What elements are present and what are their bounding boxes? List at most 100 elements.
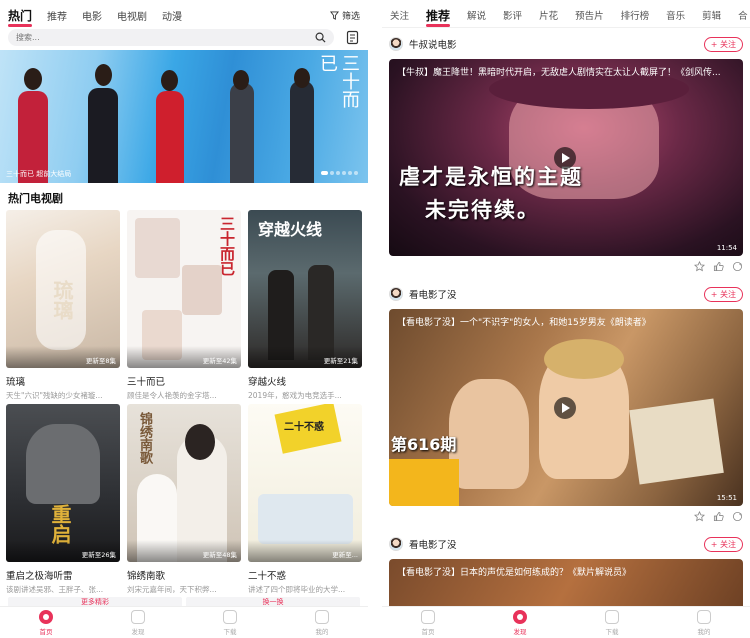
- follow-button[interactable]: + 关注: [703, 536, 743, 552]
- post-author[interactable]: 看电影了没 + 关注: [389, 285, 743, 303]
- discover-tabs: 关注 推荐 解说 影评 片花 预告片 排行榜 音乐 剪辑 合: [390, 6, 750, 27]
- search-icon[interactable]: [315, 32, 326, 43]
- show-desc: 该剧讲述吴邪、王胖子、张...: [6, 585, 104, 594]
- nav-download[interactable]: 下载: [184, 607, 276, 638]
- show-poster[interactable]: 琉璃 更新至8集: [6, 210, 120, 368]
- author-name[interactable]: 看电影了没: [409, 537, 457, 551]
- post-actions: [389, 506, 743, 526]
- search-box[interactable]: [8, 29, 334, 46]
- nav-download[interactable]: 下载: [566, 607, 658, 638]
- carousel-dot[interactable]: [321, 171, 328, 175]
- tab-movie[interactable]: 电影: [82, 8, 102, 23]
- follow-button[interactable]: + 关注: [703, 286, 743, 302]
- follow-button[interactable]: + 关注: [703, 36, 743, 52]
- post-actions: [389, 256, 743, 276]
- tab-recommend[interactable]: 推荐: [426, 7, 451, 27]
- banner-calligraphy: 三十而已: [317, 54, 360, 108]
- show-title: 重启之极海听雷: [6, 571, 73, 582]
- nav-home[interactable]: 首页: [0, 607, 92, 638]
- carousel-dot[interactable]: [342, 171, 346, 175]
- like-icon[interactable]: [713, 511, 724, 522]
- share-icon[interactable]: [732, 511, 743, 522]
- filter-button[interactable]: 筛选: [329, 9, 360, 22]
- carousel-dot[interactable]: [336, 171, 340, 175]
- download-icon: [605, 609, 619, 624]
- show-poster[interactable]: 穿越火线 更新至21集: [248, 210, 362, 368]
- banner-figure-head: [294, 68, 310, 88]
- tab-trailer[interactable]: 预告片: [575, 8, 604, 22]
- tab-hot[interactable]: 热门: [8, 7, 33, 27]
- show-card[interactable]: 穿越火线 更新至21集 穿越火线 2019年，憨戏为电竞选手...: [248, 210, 362, 401]
- play-icon[interactable]: [554, 397, 576, 419]
- show-poster[interactable]: 二十不惑 更新至...: [248, 404, 362, 562]
- video-title: 【看电影了没】日本的声优是如何练成的？《默片解说员》: [397, 568, 632, 578]
- show-title: 琉璃: [6, 377, 26, 388]
- poster-title-text: 穿越火线: [258, 220, 323, 239]
- video-title: 【看电影了没】一个"不识字"的女人，和她15岁男友《朗读者》: [397, 318, 651, 328]
- tab-anime[interactable]: 动漫: [162, 8, 182, 23]
- home-icon: [421, 609, 435, 624]
- banner-carousel[interactable]: 三十而已 三十而已 超前大结局: [0, 50, 368, 183]
- nav-label: 发现: [513, 627, 527, 636]
- bottom-nav: 首页 发现 下载 我的: [0, 606, 368, 638]
- show-poster[interactable]: 三十而已 更新至42集: [127, 210, 241, 368]
- carousel-dot[interactable]: [330, 171, 334, 175]
- nav-home[interactable]: 首页: [382, 607, 474, 638]
- star-icon[interactable]: [694, 260, 705, 272]
- tab-edit[interactable]: 剪辑: [702, 8, 721, 22]
- update-badge: 更新至26集: [81, 551, 116, 559]
- nav-profile[interactable]: 我的: [658, 607, 750, 638]
- tab-tv[interactable]: 电视剧: [117, 8, 147, 23]
- tab-ranking[interactable]: 排行榜: [621, 8, 650, 22]
- nav-profile[interactable]: 我的: [276, 607, 368, 638]
- nav-label: 下载: [223, 627, 237, 636]
- poster-title-text: 琉璃: [50, 280, 74, 320]
- banner-caption: 三十而已 超前大结局: [6, 170, 72, 178]
- play-icon[interactable]: [554, 147, 576, 169]
- avatar[interactable]: [389, 287, 403, 301]
- avatar[interactable]: [389, 537, 403, 551]
- bottom-nav: 首页 发现 下载 我的: [382, 606, 750, 638]
- video-player[interactable]: 【看电影了没】一个"不识字"的女人，和她15岁男友《朗读者》 第616期 15:…: [389, 309, 743, 506]
- tab-follow[interactable]: 关注: [390, 8, 409, 22]
- author-name[interactable]: 看电影了没: [409, 287, 457, 301]
- author-name[interactable]: 牛叔说电影: [409, 37, 457, 51]
- star-icon[interactable]: [694, 510, 705, 522]
- show-card[interactable]: 二十不惑 更新至... 二十不惑 讲述了四个即将毕业的大学...: [248, 404, 362, 595]
- history-icon[interactable]: [346, 30, 360, 45]
- post-author[interactable]: 牛叔说电影 + 关注: [389, 35, 743, 53]
- tab-music[interactable]: 音乐: [666, 8, 685, 22]
- like-icon[interactable]: [713, 261, 724, 272]
- update-badge: 更新至42集: [202, 357, 237, 365]
- show-desc: 讲述了四个即将毕业的大学...: [248, 585, 346, 594]
- avatar[interactable]: [389, 37, 403, 51]
- carousel-dot[interactable]: [348, 171, 352, 175]
- show-poster[interactable]: 锦绣南歌 更新至48集: [127, 404, 241, 562]
- show-poster[interactable]: 重启 更新至26集: [6, 404, 120, 562]
- filter-icon: [329, 10, 339, 20]
- show-card[interactable]: 琉璃 更新至8集 琉璃 天生"六识"残缺的少女褚璇...: [6, 210, 120, 401]
- tab-clips[interactable]: 片花: [539, 8, 558, 22]
- nav-discover[interactable]: 发现: [92, 607, 184, 638]
- tab-recommend[interactable]: 推荐: [47, 8, 67, 23]
- home-icon: [39, 609, 53, 624]
- tab-review[interactable]: 影评: [503, 8, 522, 22]
- show-title: 三十而已: [127, 377, 166, 388]
- nav-label: 发现: [131, 627, 145, 636]
- carousel-dot[interactable]: [354, 171, 358, 175]
- show-card[interactable]: 锦绣南歌 更新至48集 锦绣南歌 刘宋元嘉年间，天下积弊...: [127, 404, 241, 595]
- video-duration: 15:51: [716, 494, 737, 502]
- search-input[interactable]: [16, 33, 315, 42]
- feed-post: 看电影了没 + 关注 【看电影了没】一个"不识字"的女人，和她15岁男友《朗读者…: [389, 285, 743, 526]
- discover-screen: 关注 推荐 解说 影评 片花 预告片 排行榜 音乐 剪辑 合 牛叔说电影 + 关…: [382, 0, 750, 638]
- video-player[interactable]: 【牛叔】魔王降世！黑暗时代开启，无敌虐人剧情实在太让人截屏了！《剑风传... 虐…: [389, 59, 743, 256]
- show-title: 穿越火线: [248, 377, 287, 388]
- tab-collection[interactable]: 合: [738, 8, 748, 22]
- post-author[interactable]: 看电影了没 + 关注: [389, 535, 743, 553]
- update-badge: 更新至...: [332, 551, 358, 559]
- show-card[interactable]: 重启 更新至26集 重启之极海听雷 该剧讲述吴邪、王胖子、张...: [6, 404, 120, 595]
- share-icon[interactable]: [732, 261, 743, 272]
- show-card[interactable]: 三十而已 更新至42集 三十而已 顾佳是令人艳羡的金字塔...: [127, 210, 241, 401]
- tab-commentary[interactable]: 解说: [467, 8, 486, 22]
- nav-discover[interactable]: 发现: [474, 607, 566, 638]
